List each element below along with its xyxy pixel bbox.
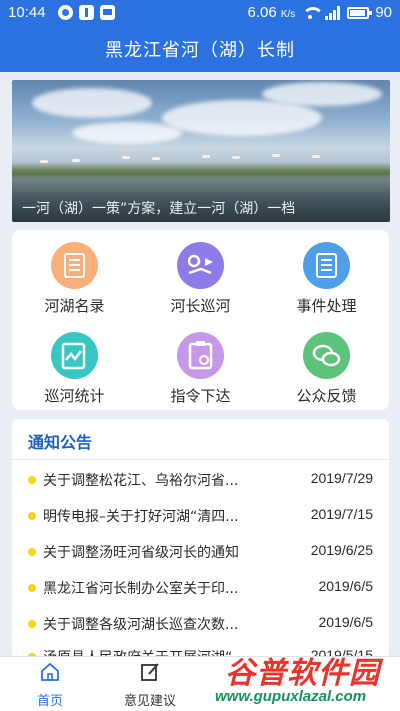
home-icon — [41, 663, 59, 681]
status-right: 6.06 K/s 90 — [247, 4, 392, 21]
menu-item-label: 事件处理 — [296, 297, 357, 315]
bullet-dot — [28, 476, 36, 484]
tab-label: 首页 — [36, 694, 63, 709]
notice-item-title: 关于调整各级河湖长巡查次数... — [43, 617, 239, 633]
app-header: 10:44 6.06 K/s 90 黑龙江省河（湖）长制 — [0, 0, 400, 72]
mail-icon — [100, 5, 115, 20]
crane-bird — [152, 157, 160, 160]
battery-level: 90 — [375, 4, 392, 21]
status-bar: 10:44 6.06 K/s 90 — [0, 0, 400, 26]
contacts-book-icon — [51, 242, 98, 289]
menu-item-label: 公众反馈 — [296, 387, 357, 405]
crane-bird — [72, 159, 80, 162]
crane-bird — [202, 155, 210, 158]
crane-bird — [272, 154, 280, 157]
menu-item-river-patrol[interactable]: 河长巡河 — [138, 230, 263, 320]
menu-item-river-directory[interactable]: 河湖名录 — [12, 230, 137, 320]
status-time: 10:44 — [8, 4, 46, 21]
wifi-icon — [301, 6, 325, 19]
menu-item-public-feedback[interactable]: 公众反馈 — [264, 320, 389, 410]
cloud-shape — [162, 100, 322, 136]
upload-icon — [79, 5, 94, 20]
menu-item-label: 巡河统计 — [44, 387, 105, 405]
function-grid: 河湖名录 河长巡河 事件处理 巡河统计 指令下达 公众反馈 — [12, 230, 389, 410]
tab-suggestions[interactable]: 意见建议 — [100, 657, 200, 711]
banner-caption: 一河（湖）一策”方案，建立一河（湖）一档 — [22, 201, 296, 217]
watermark-logo: 谷普软件园 www.gupuxlazal.com — [205, 648, 400, 711]
menu-item-patrol-statistics[interactable]: 巡河统计 — [12, 320, 137, 410]
notice-item[interactable]: 明传电报–关于打好河湖“清四... 2019/7/15 — [12, 498, 389, 534]
notice-item-date: 2019/6/5 — [318, 578, 374, 594]
notice-panel: 通知公告 关于调整松花江、乌裕尔河省... 2019/7/29 明传电报–关于打… — [12, 419, 389, 659]
divider — [12, 459, 389, 460]
statistics-report-icon — [51, 332, 98, 379]
clipboard-instruction-icon — [177, 332, 224, 379]
page-title: 黑龙江省河（湖）长制 — [105, 40, 295, 61]
menu-item-event-handling[interactable]: 事件处理 — [264, 230, 389, 320]
crane-bird — [232, 156, 240, 159]
battery-icon — [347, 6, 373, 19]
bullet-dot — [28, 584, 36, 592]
bullet-dot — [28, 512, 36, 520]
bullet-dot — [28, 548, 36, 556]
crane-bird — [122, 156, 130, 159]
notice-item-date: 2019/7/29 — [310, 470, 373, 486]
notice-item[interactable]: 关于调整各级河湖长巡查次数... 2019/6/5 — [12, 606, 389, 642]
crane-bird — [40, 160, 48, 163]
menu-item-issue-instruction[interactable]: 指令下达 — [138, 320, 263, 410]
notice-item-date: 2019/6/25 — [310, 542, 373, 558]
cloud-shape — [262, 82, 382, 106]
notice-item-date: 2019/6/5 — [318, 614, 374, 630]
notice-item[interactable]: 关于调整松花江、乌裕尔河省... 2019/7/29 — [12, 462, 389, 498]
watermark-brand: 谷普软件园 — [225, 656, 380, 691]
edit-icon — [141, 663, 159, 681]
notice-item-date: 2019/7/15 — [310, 506, 373, 522]
menu-item-label: 指令下达 — [170, 387, 231, 405]
notice-item[interactable]: 关于调整汤旺河省级河长的通知 2019/6/25 — [12, 534, 389, 570]
banner-image[interactable]: 一河（湖）一策”方案，建立一河（湖）一档 — [12, 80, 390, 222]
notification-icons — [58, 5, 115, 20]
cloud-shape — [72, 122, 182, 144]
chat-bubbles-icon — [303, 332, 350, 379]
network-speed-unit: K/s — [280, 9, 296, 20]
notice-item-title: 关于调整松花江、乌裕尔河省... — [43, 473, 239, 489]
sync-icon — [58, 5, 73, 20]
notice-item-title: 黑龙江省河长制办公室关于印... — [43, 581, 239, 597]
cloud-shape — [32, 88, 152, 118]
menu-item-label: 河湖名录 — [44, 297, 105, 315]
signal-icon — [325, 5, 341, 20]
network-speed: 6.06 K/s — [247, 4, 295, 21]
crane-bird — [312, 155, 320, 158]
patrol-route-icon — [177, 242, 224, 289]
calendar-event-icon — [303, 242, 350, 289]
notice-title: 通知公告 — [28, 433, 93, 452]
notice-item[interactable]: 黑龙江省河长制办公室关于印... 2019/6/5 — [12, 570, 389, 606]
tab-home[interactable]: 首页 — [0, 657, 100, 711]
tab-label: 意见建议 — [123, 694, 176, 709]
menu-item-label: 河长巡河 — [170, 297, 231, 315]
notice-item-title: 关于调整汤旺河省级河长的通知 — [43, 545, 239, 561]
bullet-dot — [28, 620, 36, 628]
notice-item-title: 明传电报–关于打好河湖“清四... — [43, 509, 239, 525]
network-speed-value: 6.06 — [247, 4, 277, 21]
watermark-url: www.gupuxlazal.com — [215, 688, 367, 705]
